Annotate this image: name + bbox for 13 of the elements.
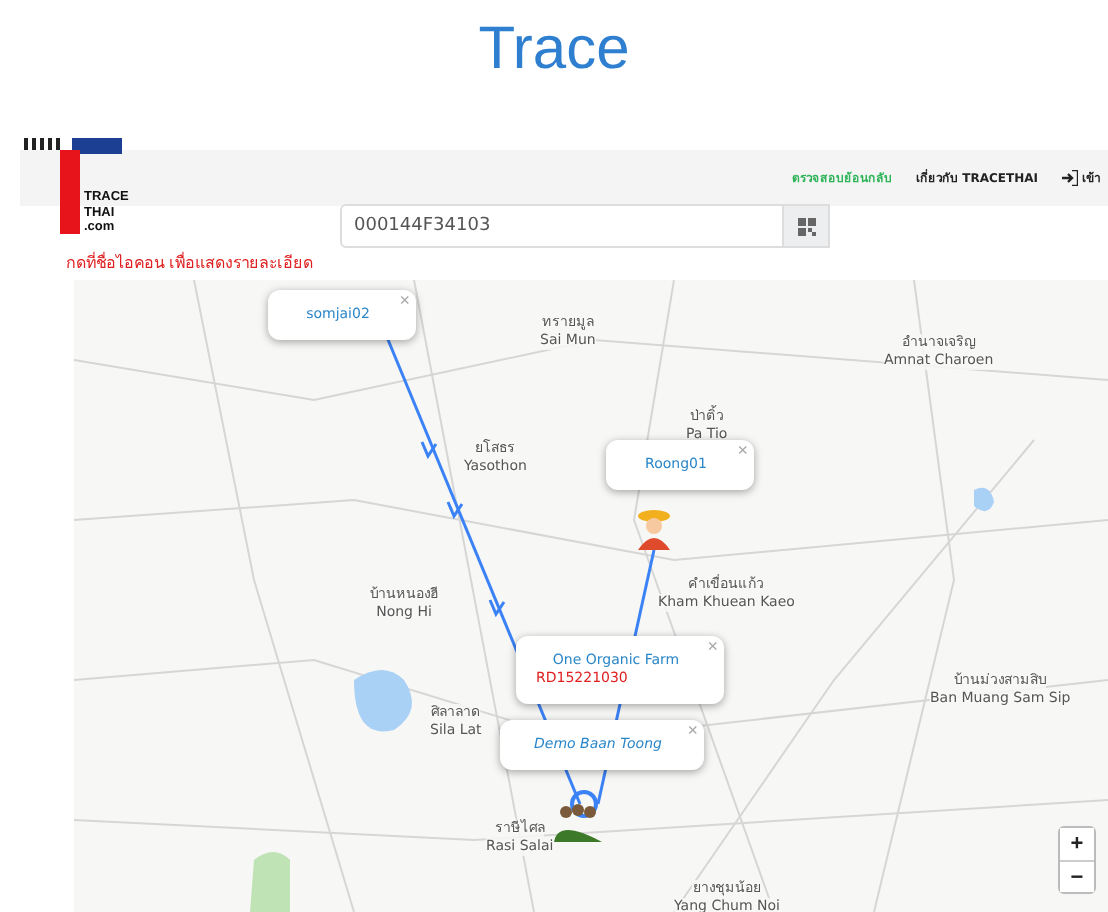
- farmer-marker-icon[interactable]: [632, 506, 676, 550]
- page-title: Trace: [476, 14, 632, 86]
- qr-code-icon: [797, 217, 815, 235]
- zoom-out-button[interactable]: −: [1060, 860, 1094, 892]
- close-button[interactable]: ×: [687, 722, 698, 740]
- close-button[interactable]: ×: [707, 638, 718, 656]
- hint-text: กดที่ชื่อไอคอน เพื่อแสดงรายละเอียด: [66, 252, 316, 276]
- close-button[interactable]: ×: [737, 442, 748, 460]
- close-button[interactable]: ×: [399, 292, 410, 310]
- search-field[interactable]: 000144F34103: [340, 204, 784, 248]
- sign-in-icon: [1062, 170, 1078, 186]
- qr-scan-button[interactable]: [784, 204, 830, 248]
- group-marker-icon[interactable]: [550, 790, 606, 842]
